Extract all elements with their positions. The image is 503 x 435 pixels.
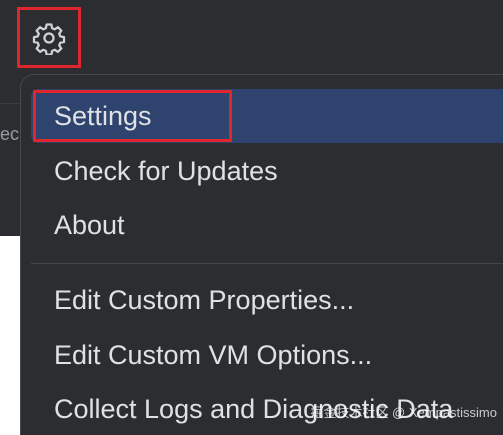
gear-icon (32, 22, 66, 55)
menu-item-edit-custom-vm-options[interactable]: Edit Custom VM Options... (54, 336, 372, 374)
menu-item-edit-custom-properties[interactable]: Edit Custom Properties... (54, 281, 354, 319)
settings-gear-button[interactable] (17, 7, 81, 68)
sidebar-strip: ec (0, 103, 20, 236)
settings-dropdown-menu: Settings Check for Updates About Edit Cu… (20, 74, 503, 435)
sidebar-peek-text: ec (0, 124, 20, 144)
menu-item-check-for-updates[interactable]: Check for Updates (54, 152, 278, 190)
menu-item-about[interactable]: About (54, 206, 125, 244)
menu-separator (31, 263, 503, 264)
watermark: 掘金技术社区 @ Xempastissimo (310, 405, 497, 420)
menu-item-settings[interactable]: Settings (54, 97, 152, 135)
